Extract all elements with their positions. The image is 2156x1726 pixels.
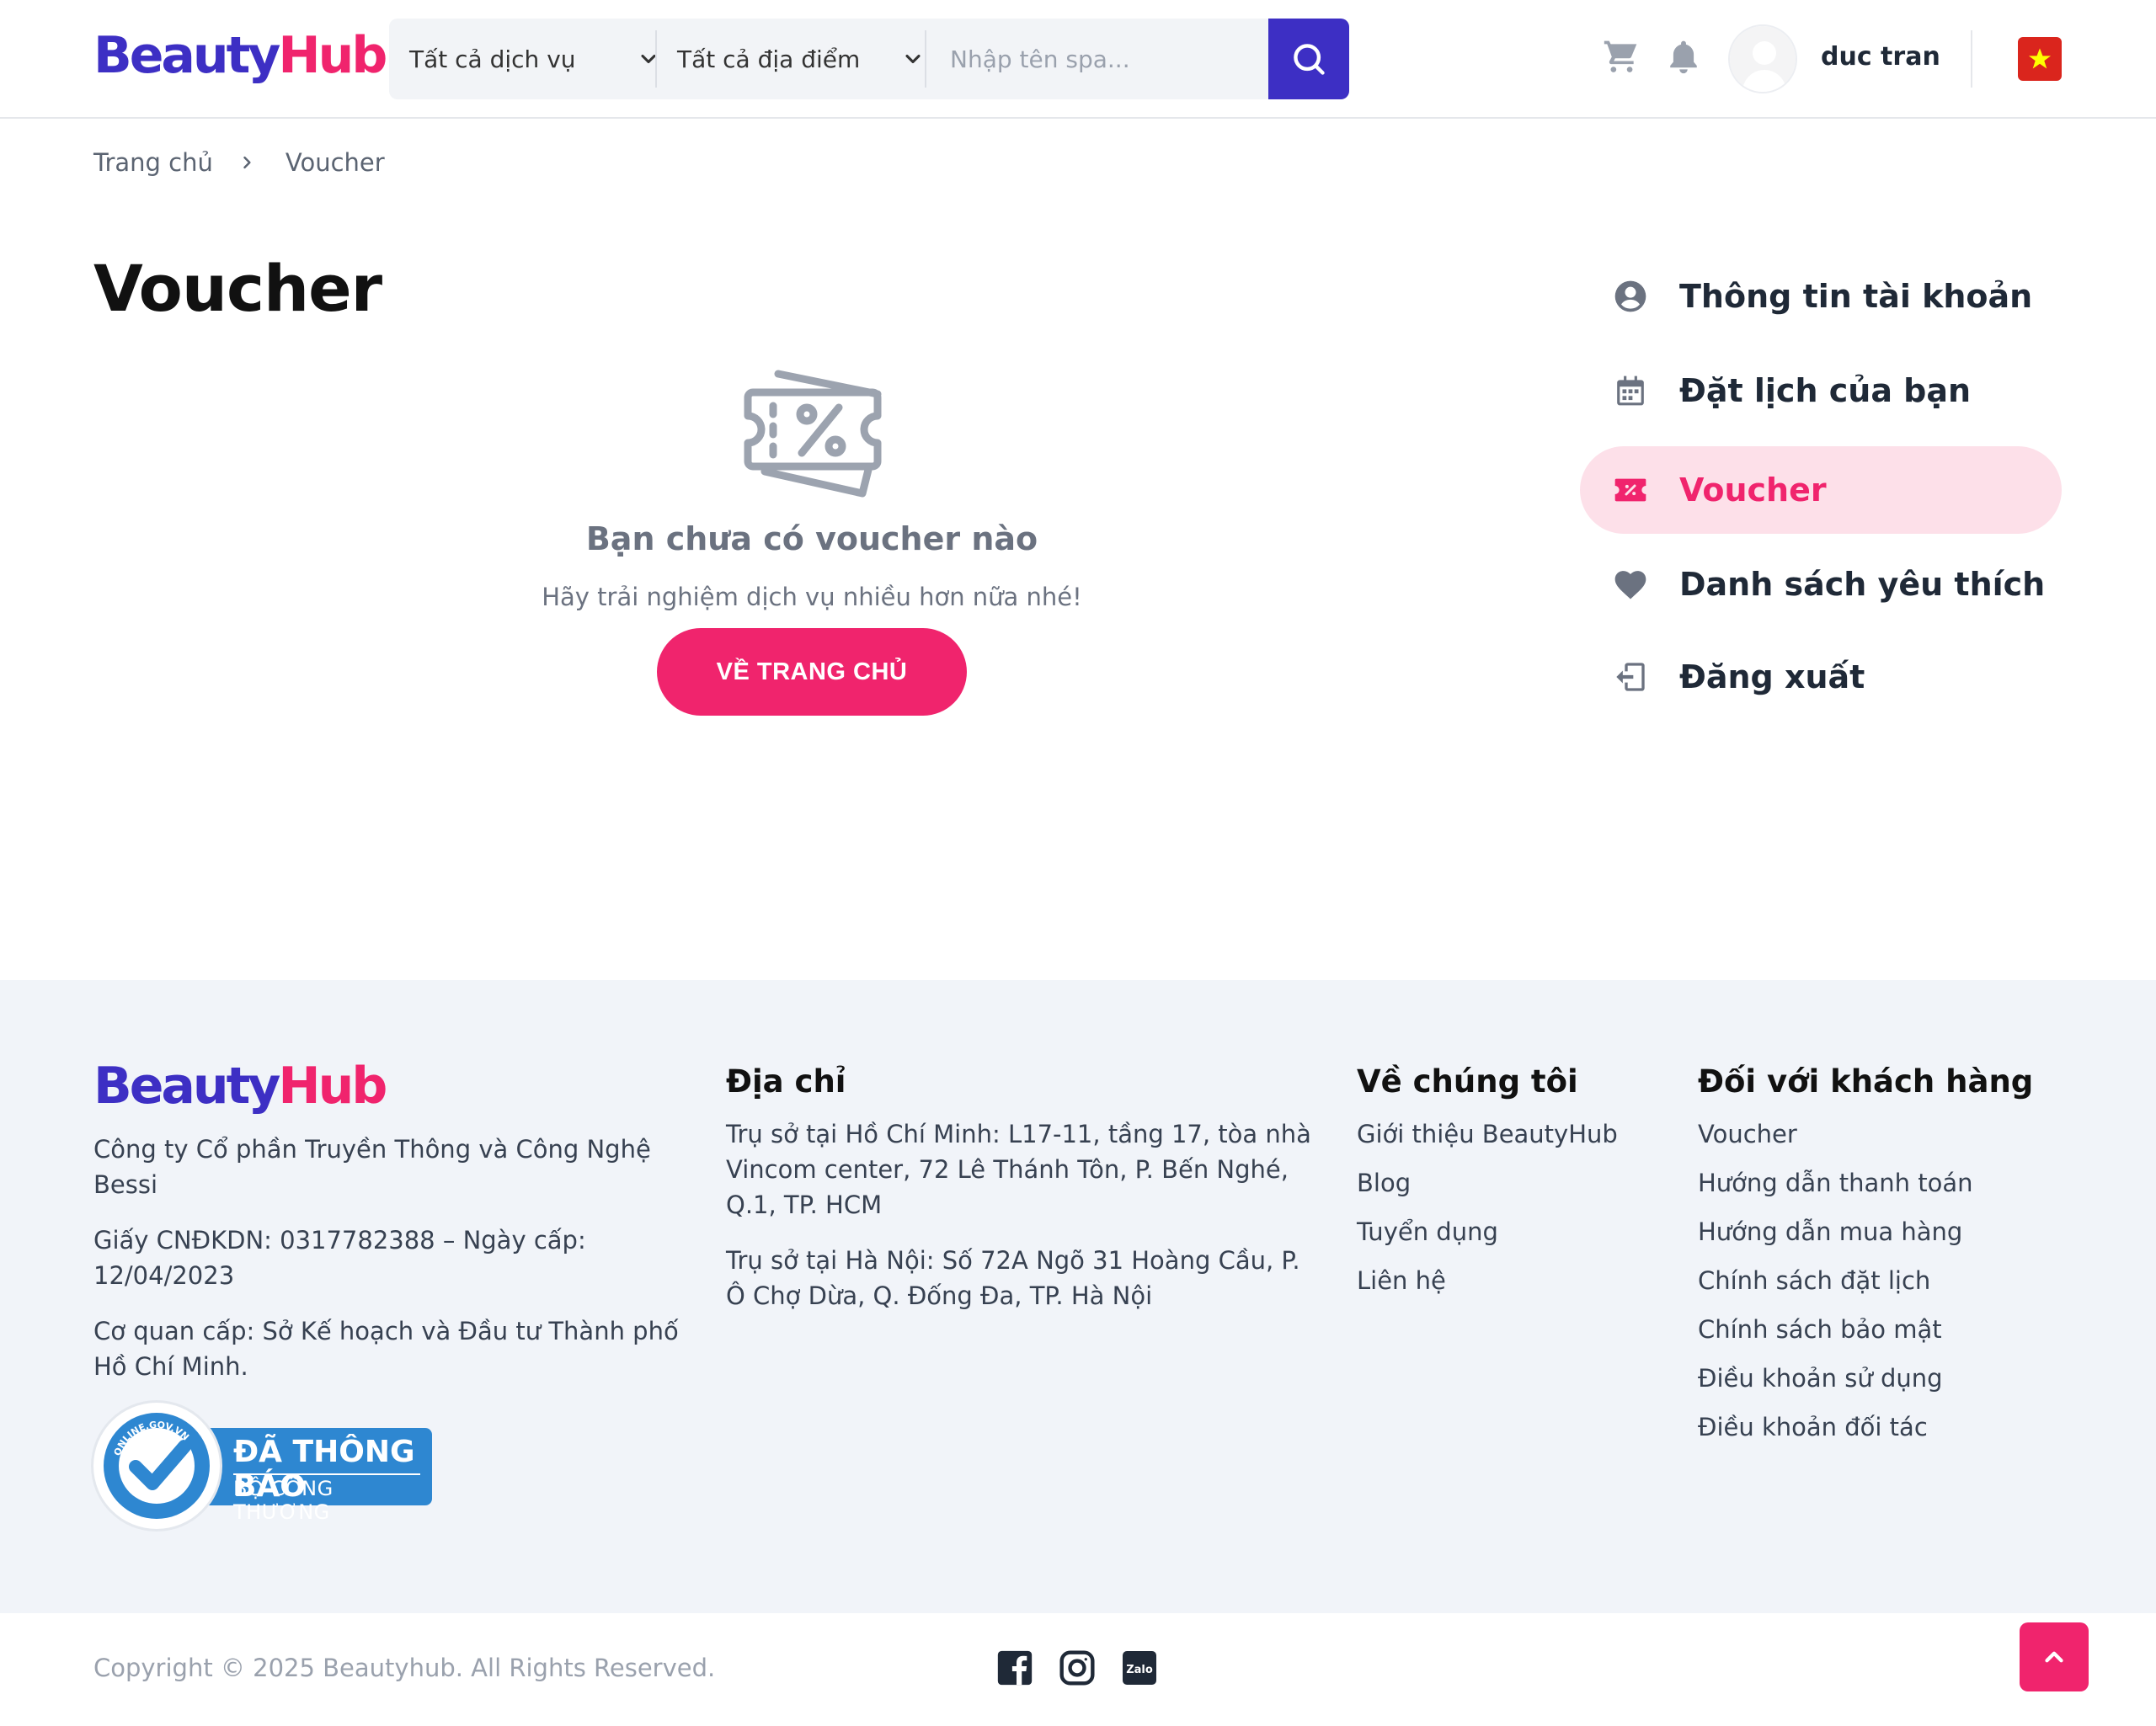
empty-subtitle: Hãy trải nghiệm dịch vụ nhiều hơn nữa nh… <box>542 583 1082 611</box>
search-input[interactable] <box>950 34 1219 84</box>
place-select-value: Tất cả địa điểm <box>677 45 861 73</box>
gov-badge-line2: BỘ CÔNG THƯƠNG <box>233 1477 334 1524</box>
footer-link-blog[interactable]: Blog <box>1357 1165 1677 1201</box>
voucher-icon <box>1614 473 1647 507</box>
footer-link-payment-guide[interactable]: Hướng dẫn thanh toán <box>1698 1165 2085 1201</box>
footer-beautyhub-logo[interactable]: BeautyHub <box>93 1061 387 1111</box>
menu-item-label: Đăng xuất <box>1679 658 1865 695</box>
breadcrumb: Trang chủ Voucher <box>93 148 385 177</box>
logout-icon <box>1614 660 1647 694</box>
search-bar: Tất cả dịch vụ Tất cả địa điểm <box>389 19 1349 99</box>
chevron-right-icon <box>243 156 251 169</box>
site-header: BeautyHub Tất cả dịch vụ Tất cả địa điểm… <box>0 0 2156 119</box>
footer-link-contact[interactable]: Liên hệ <box>1357 1263 1677 1298</box>
bell-icon[interactable] <box>1664 37 1703 76</box>
gov-badge-separator <box>233 1473 420 1475</box>
svg-text:Zalo: Zalo <box>1126 1664 1153 1676</box>
user-name[interactable]: duc tran <box>1821 42 1940 72</box>
footer-company-info: Công ty Cổ phần Truyền Thông và Công Ngh… <box>93 1132 683 1404</box>
menu-item-account-info[interactable]: Thông tin tài khoản <box>1580 253 2062 340</box>
menu-item-voucher[interactable]: Voucher <box>1580 446 2062 534</box>
copyright-text: Copyright © 2025 Beautyhub. All Rights R… <box>93 1654 716 1682</box>
footer-link-privacy-policy[interactable]: Chính sách bảo mật <box>1698 1312 2085 1347</box>
voucher-empty-icon <box>744 370 882 498</box>
cart-icon[interactable] <box>1602 37 1641 76</box>
select-divider <box>655 30 657 88</box>
gov-registration-badge[interactable]: ĐÃ THÔNG BÁO BỘ CÔNG THƯƠNG ONLINE.GOV.V… <box>93 1403 432 1529</box>
back-to-home-button[interactable]: VỀ TRANG CHỦ <box>657 628 967 716</box>
footer-link-booking-policy[interactable]: Chính sách đặt lịch <box>1698 1263 2085 1298</box>
vietnam-flag-icon[interactable] <box>2018 37 2062 81</box>
company-issuer: Cơ quan cấp: Sở Kế hoạch và Đầu tư Thành… <box>93 1317 679 1381</box>
back-to-top-button[interactable] <box>2020 1622 2089 1691</box>
footer-link-purchase-guide[interactable]: Hướng dẫn mua hàng <box>1698 1214 2085 1249</box>
company-license: Giấy CNĐKDN: 0317782388 – Ngày cấp: 12/0… <box>93 1226 586 1290</box>
gov-badge-seal: ONLINE.GOV.VN <box>93 1403 220 1529</box>
menu-item-bookings[interactable]: Đặt lịch của bạn <box>1580 347 2062 434</box>
site-footer: BeautyHub Công ty Cổ phần Truyền Thông v… <box>0 980 2156 1613</box>
breadcrumb-current: Voucher <box>285 148 385 177</box>
footer-address: Địa chỉ Trụ sở tại Hồ Chí Minh: L17-11, … <box>726 1064 1315 1334</box>
company-name: Công ty Cổ phần Truyền Thông và Công Ngh… <box>93 1135 651 1199</box>
breadcrumb-home[interactable]: Trang chủ <box>93 148 213 177</box>
facebook-icon[interactable] <box>995 1649 1034 1687</box>
beautyhub-logo[interactable]: BeautyHub <box>93 30 387 81</box>
menu-item-label: Đặt lịch của bạn <box>1679 372 1972 409</box>
select-divider <box>925 30 926 88</box>
gov-badge-banner: ĐÃ THÔNG BÁO BỘ CÔNG THƯƠNG <box>186 1428 432 1524</box>
calendar-icon <box>1614 374 1647 408</box>
service-select[interactable]: Tất cả dịch vụ <box>409 19 659 99</box>
checkmark-seal-icon: ONLINE.GOV.VN <box>104 1413 210 1519</box>
address-heading: Địa chỉ <box>726 1063 846 1100</box>
footer-customer: Đối với khách hàng Voucher Hướng dẫn tha… <box>1698 1064 2085 1458</box>
search-icon <box>1294 44 1325 75</box>
chevron-down-icon <box>905 54 921 64</box>
footer-about: Về chúng tôi Giới thiệu BeautyHub Blog T… <box>1357 1064 1677 1312</box>
footer-link-careers[interactable]: Tuyển dụng <box>1357 1214 1677 1249</box>
user-circle-icon <box>1614 280 1647 313</box>
menu-item-label: Danh sách yêu thích <box>1679 566 2046 603</box>
zalo-icon[interactable]: Zalo <box>1120 1649 1159 1687</box>
menu-item-label: Thông tin tài khoản <box>1679 278 2033 315</box>
service-select-value: Tất cả dịch vụ <box>409 45 576 73</box>
customer-heading: Đối với khách hàng <box>1698 1063 2034 1100</box>
address-hcm: Trụ sở tại Hồ Chí Minh: L17-11, tầng 17,… <box>726 1120 1311 1219</box>
avatar[interactable] <box>1728 24 1797 93</box>
instagram-icon[interactable] <box>1058 1649 1097 1687</box>
place-select[interactable]: Tất cả địa điểm <box>677 19 926 99</box>
footer-bottom-bar: Copyright © 2025 Beautyhub. All Rights R… <box>0 1613 2156 1726</box>
menu-item-label: Voucher <box>1679 471 1827 509</box>
footer-link-voucher[interactable]: Voucher <box>1698 1116 2085 1152</box>
chevron-up-icon <box>2045 1651 2063 1663</box>
search-button[interactable] <box>1268 19 1349 99</box>
footer-link-about[interactable]: Giới thiệu BeautyHub <box>1357 1116 1677 1152</box>
page-title: Voucher <box>93 251 382 326</box>
menu-item-logout[interactable]: Đăng xuất <box>1580 633 2062 721</box>
header-divider <box>1971 30 1972 88</box>
heart-icon <box>1614 567 1647 601</box>
menu-item-wishlist[interactable]: Danh sách yêu thích <box>1580 541 2062 628</box>
footer-link-partner-terms[interactable]: Điều khoản đối tác <box>1698 1409 2085 1445</box>
empty-state: Bạn chưa có voucher nào Hãy trải nghiệm … <box>472 352 1152 611</box>
footer-link-terms-of-use[interactable]: Điều khoản sử dụng <box>1698 1361 2085 1396</box>
about-heading: Về chúng tôi <box>1357 1063 1578 1100</box>
empty-title: Bạn chưa có voucher nào <box>585 520 1038 557</box>
address-hanoi: Trụ sở tại Hà Nội: Số 72A Ngõ 31 Hoàng C… <box>726 1246 1300 1310</box>
